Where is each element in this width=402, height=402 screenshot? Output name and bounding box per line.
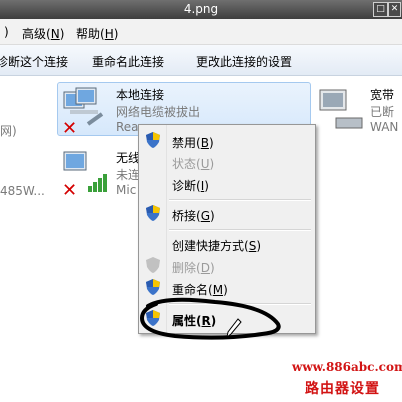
annotation-ellipse (139, 297, 281, 340)
watermark-url: www.886abc.com (292, 360, 402, 374)
watermark-text: 路由器设置 (305, 381, 380, 397)
mouse-cursor-icon (226, 318, 242, 338)
